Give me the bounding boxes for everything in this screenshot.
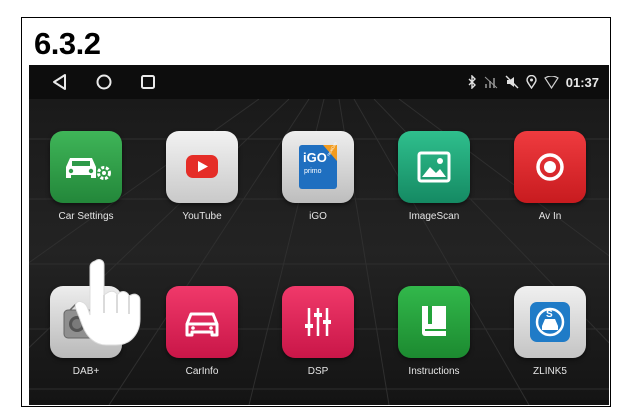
app-youtube[interactable]: YouTube [156, 131, 248, 241]
status-icons: 01:37 [468, 74, 599, 90]
image-icon [398, 131, 470, 203]
no-signal-icon [484, 76, 498, 89]
app-carinfo[interactable]: CarInfo [156, 286, 248, 396]
zlink-icon: S [514, 286, 586, 358]
av-in-icon [514, 131, 586, 203]
app-label: Instructions [408, 366, 460, 377]
pointing-hand-icon [74, 259, 141, 346]
svg-text:S: S [546, 309, 553, 320]
home-icon[interactable] [95, 73, 113, 91]
app-label: DAB+ [72, 366, 100, 377]
app-instructions[interactable]: Instructions [388, 286, 480, 396]
app-label: DSP [307, 366, 329, 377]
recents-icon[interactable] [139, 73, 157, 91]
youtube-icon [166, 131, 238, 203]
equalizer-icon [282, 286, 354, 358]
app-label: ImageScan [408, 211, 460, 222]
app-label: iGO [309, 211, 327, 222]
back-icon[interactable] [51, 73, 69, 91]
mute-icon [505, 75, 519, 89]
app-car-settings[interactable]: Car Settings [40, 131, 132, 241]
app-label: Car Settings [58, 211, 114, 222]
app-igo[interactable]: iGO primo NextGen iGO [272, 131, 364, 241]
location-icon [526, 75, 537, 89]
section-number: 6.3.2 [34, 26, 101, 61]
igo-brand-text: iGO [303, 150, 327, 165]
app-av-in[interactable]: Av In [504, 131, 596, 241]
car-info-icon [166, 286, 238, 358]
igo-icon: iGO primo NextGen [282, 131, 354, 203]
app-zlink5[interactable]: S ZLINK5 [504, 286, 596, 396]
car-settings-icon [50, 131, 122, 203]
app-label: Av In [538, 211, 562, 222]
app-dsp[interactable]: DSP [272, 286, 364, 396]
app-label: ZLINK5 [533, 366, 567, 377]
app-label: YouTube [182, 211, 222, 222]
book-icon [398, 286, 470, 358]
wifi-icon [543, 75, 559, 89]
igo-sub-text: primo [304, 168, 322, 175]
clock: 01:37 [565, 74, 599, 90]
head-unit-screen: 01:37 Car Settings YouTube iGO primo Nex… [29, 65, 609, 405]
bluetooth-icon [468, 75, 476, 89]
status-bar: 01:37 [29, 65, 609, 99]
app-imagescan[interactable]: ImageScan [388, 131, 480, 241]
app-label: CarInfo [185, 366, 219, 377]
